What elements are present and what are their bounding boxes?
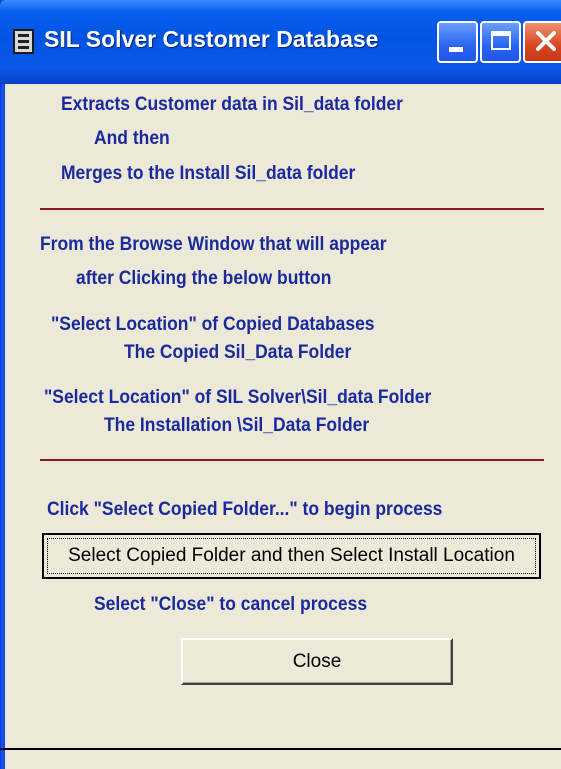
maximize-icon: [491, 31, 511, 50]
intro-line-2: And then: [94, 128, 170, 149]
minimize-button[interactable]: [437, 21, 478, 63]
close-button[interactable]: Close: [181, 638, 453, 685]
divider-top: [40, 208, 544, 210]
database-app-icon[interactable]: [13, 29, 34, 54]
bottom-separator: [0, 748, 561, 750]
minimize-icon: [449, 47, 463, 52]
instruction-line-3: "Select Location" of Copied Databases: [51, 314, 375, 335]
title-bar[interactable]: SIL Solver Customer Database: [0, 0, 561, 84]
select-copied-folder-label: Select Copied Folder and then Select Ins…: [47, 538, 536, 574]
begin-process-prompt: Click "Select Copied Folder..." to begin…: [47, 499, 443, 520]
maximize-button[interactable]: [480, 21, 521, 63]
close-icon: [536, 31, 556, 51]
instruction-line-2: after Clicking the below button: [76, 268, 332, 289]
intro-line-1: Extracts Customer data in Sil_data folde…: [61, 94, 403, 115]
window-title: SIL Solver Customer Database: [44, 26, 379, 52]
app-window: SIL Solver Customer Database Extracts Cu…: [0, 0, 561, 769]
instruction-line-6: The Installation \Sil_Data Folder: [104, 415, 370, 436]
select-copied-folder-button[interactable]: Select Copied Folder and then Select Ins…: [42, 533, 541, 579]
instruction-line-4: The Copied Sil_Data Folder: [124, 342, 352, 363]
instruction-line-5: "Select Location" of SIL Solver\Sil_data…: [44, 387, 432, 408]
close-window-button[interactable]: [523, 21, 561, 63]
divider-bottom: [40, 459, 544, 461]
window-left-border: [0, 0, 5, 769]
intro-line-3: Merges to the Install Sil_data folder: [61, 163, 356, 184]
cancel-process-prompt: Select "Close" to cancel process: [94, 594, 368, 615]
instruction-line-1: From the Browse Window that will appear: [40, 234, 387, 255]
